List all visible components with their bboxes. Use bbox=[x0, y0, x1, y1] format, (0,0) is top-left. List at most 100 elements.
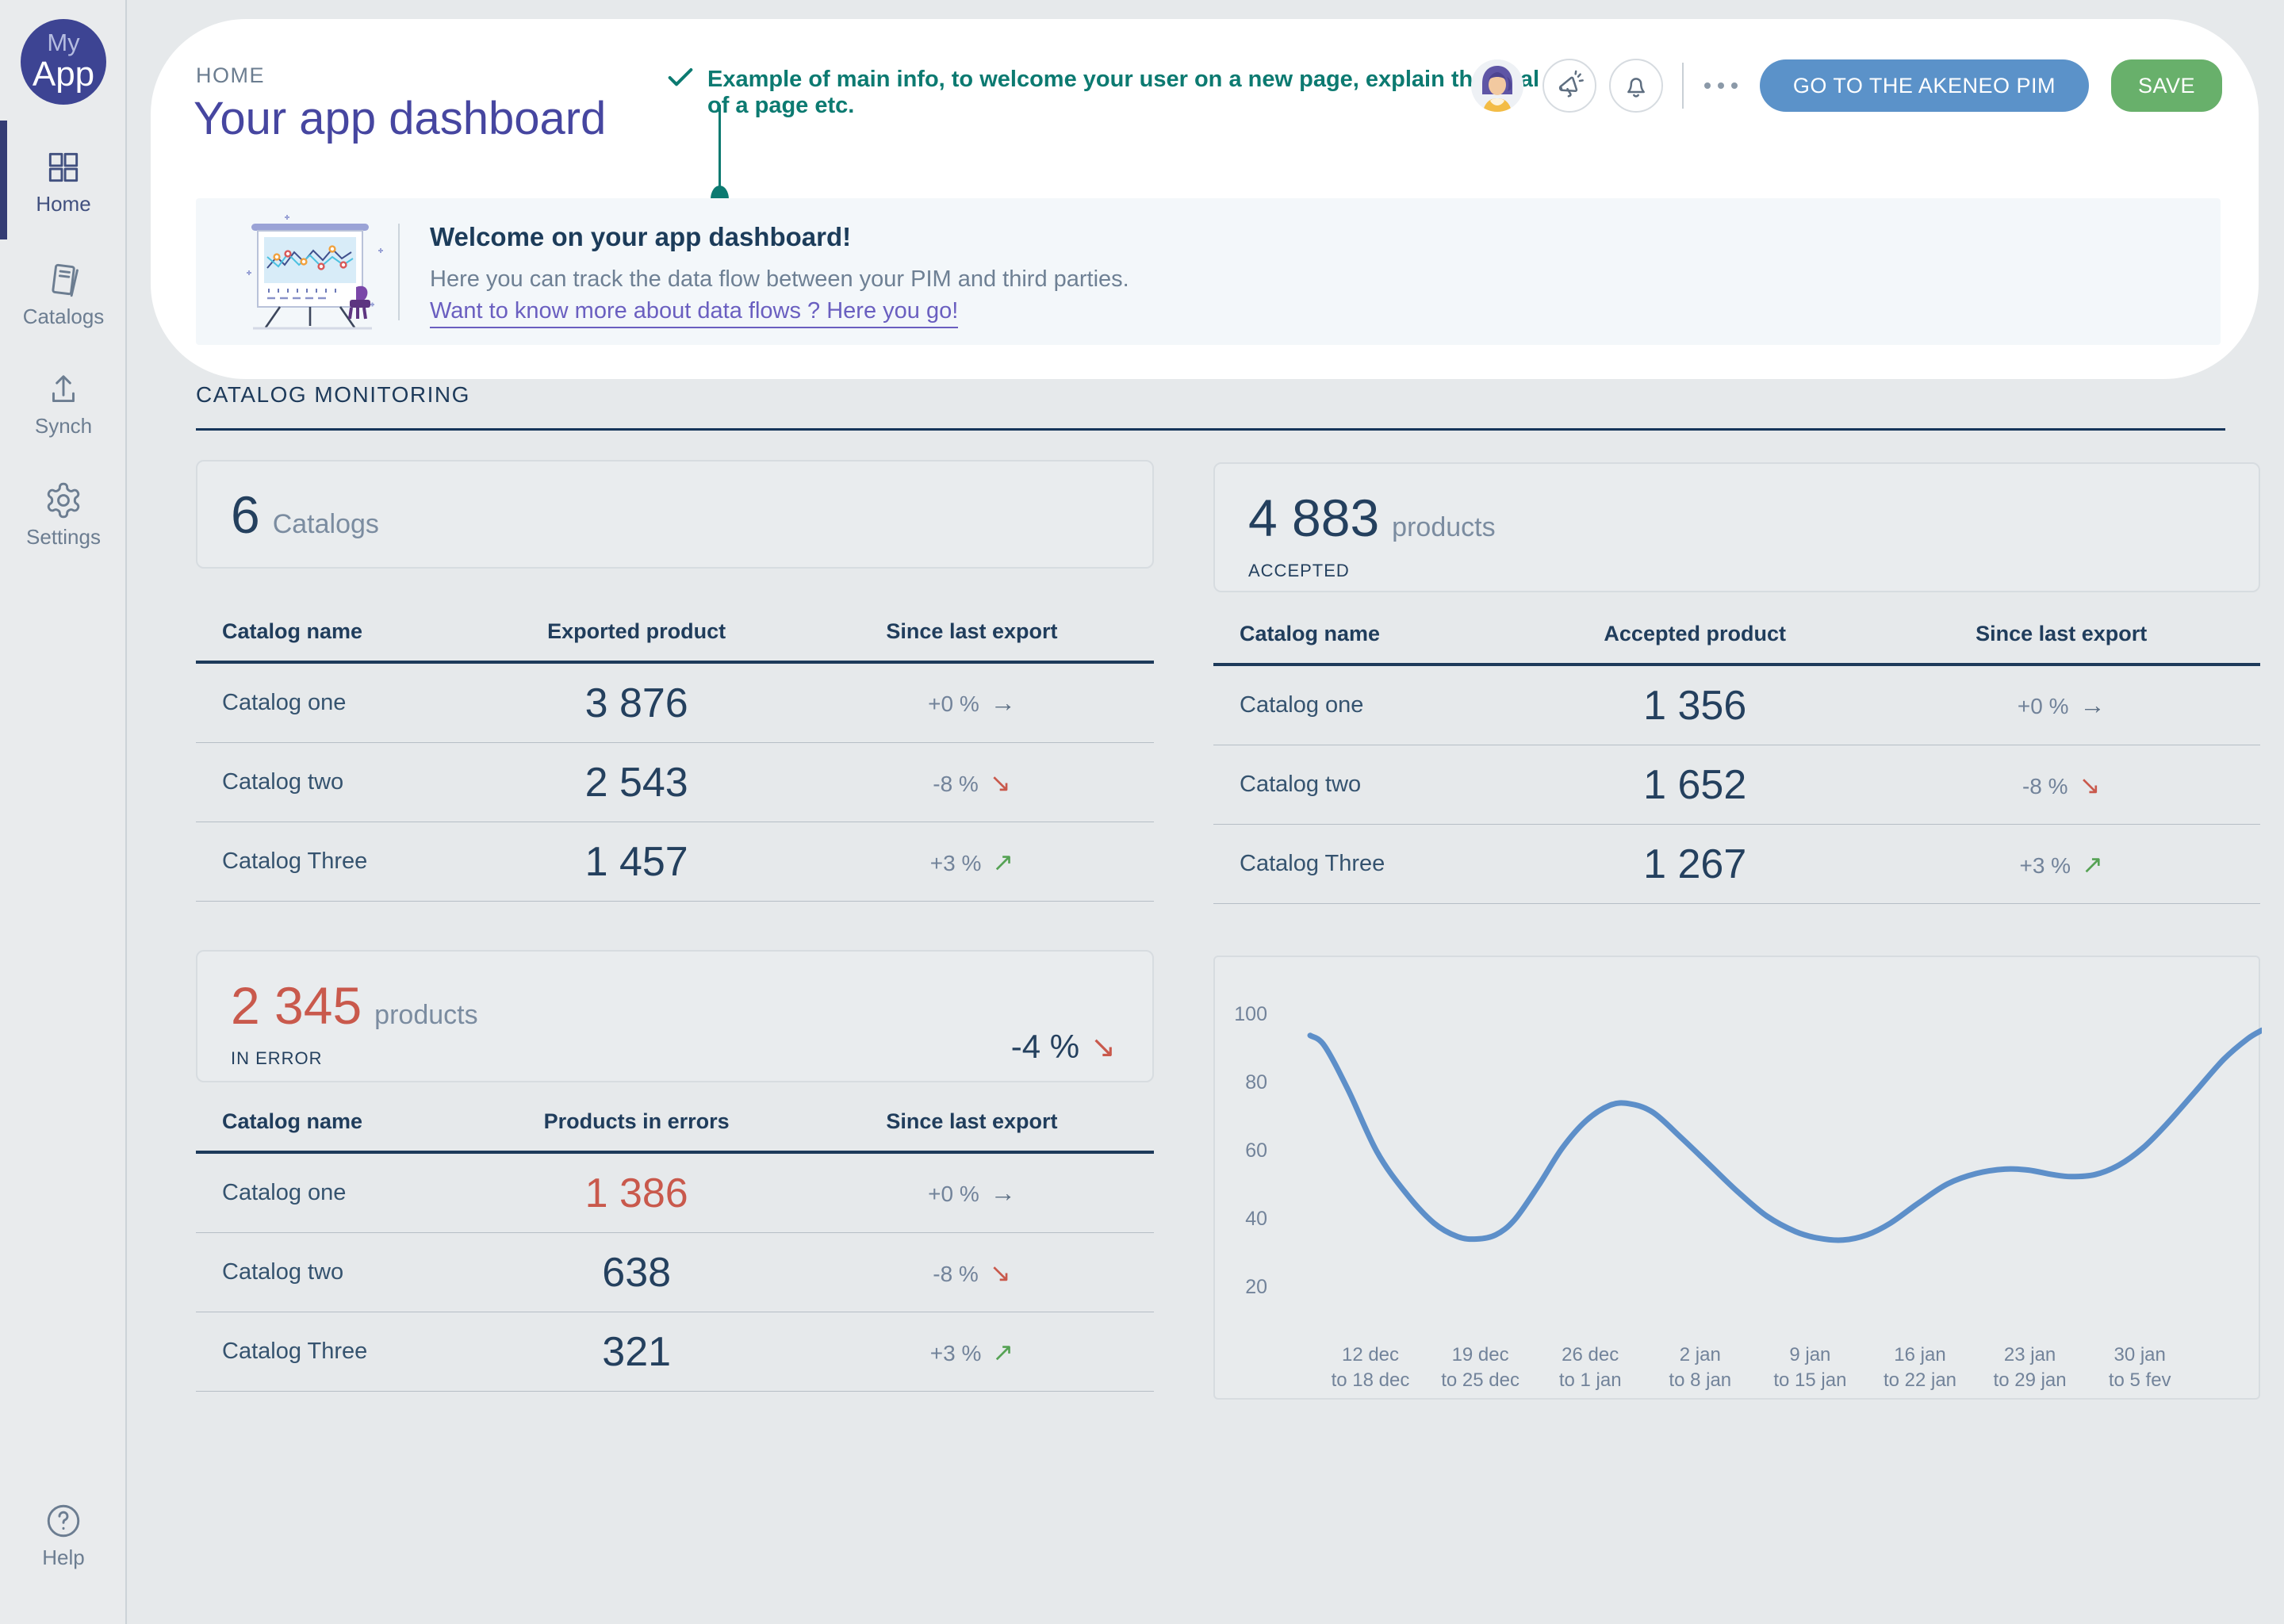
change-since-last-export: +3 %↗ bbox=[1862, 849, 2260, 879]
app-logo[interactable]: My App bbox=[21, 19, 106, 105]
annotation-pointer-line bbox=[719, 105, 721, 190]
column-header: Catalog name bbox=[196, 619, 483, 644]
table-row: Catalog two638-8 %↘ bbox=[196, 1233, 1154, 1312]
column-header: Products in errors bbox=[483, 1109, 790, 1134]
table-row: Catalog one1 356+0 %→ bbox=[1213, 666, 2260, 745]
logo-text-top: My bbox=[47, 30, 79, 55]
accepted-summary-card: 4 883 products ACCEPTED bbox=[1213, 462, 2260, 592]
catalog-name: Catalog Three bbox=[196, 1339, 483, 1365]
exported-products-table: Catalog nameExported productSince last e… bbox=[196, 603, 1154, 902]
catalog-name: Catalog one bbox=[196, 1180, 483, 1206]
change-since-last-export: -8 %↘ bbox=[1862, 770, 2260, 800]
header-actions: GO TO THE AKENEO PIM SAVE bbox=[1471, 59, 2222, 113]
catalog-name: Catalog two bbox=[196, 769, 483, 795]
column-header: Since last export bbox=[1862, 622, 2260, 646]
sidebar-item-label: Catalogs bbox=[23, 304, 105, 329]
table-header-row: Catalog nameExported productSince last e… bbox=[196, 603, 1154, 664]
welcome-banner: Welcome on your app dashboard! Here you … bbox=[196, 198, 2221, 345]
error-change: -4 % ↘ bbox=[1011, 1028, 1116, 1066]
check-icon bbox=[665, 62, 696, 94]
column-header: Since last export bbox=[790, 1109, 1154, 1134]
trend-down-icon: ↘ bbox=[990, 1258, 1011, 1287]
trend-flat-icon: → bbox=[991, 688, 1016, 717]
trend-up-icon: ↗ bbox=[992, 1338, 1014, 1366]
change-since-last-export: +3 %↗ bbox=[790, 847, 1154, 877]
product-count: 1 267 bbox=[1527, 841, 1862, 888]
book-icon bbox=[44, 260, 83, 300]
go-to-pim-button[interactable]: GO TO THE AKENEO PIM bbox=[1760, 59, 2089, 112]
app-root: My App Home Catalogs Synch Se bbox=[0, 0, 2284, 1624]
accepted-sublabel: ACCEPTED bbox=[1248, 561, 2259, 581]
error-summary-card: 2 345 products IN ERROR -4 % ↘ bbox=[196, 950, 1154, 1082]
save-button[interactable]: SAVE bbox=[2111, 59, 2222, 112]
section-rule bbox=[196, 428, 2225, 431]
catalogs-summary-card: 6 Catalogs bbox=[196, 460, 1154, 569]
table-row: Catalog Three1 457+3 %↗ bbox=[196, 822, 1154, 902]
error-count-label: products bbox=[374, 1000, 477, 1031]
error-products-table: Catalog nameProducts in errorsSince last… bbox=[196, 1093, 1154, 1392]
product-count: 321 bbox=[483, 1328, 790, 1376]
sidebar-item-label: Synch bbox=[35, 414, 92, 439]
header-divider bbox=[1682, 63, 1684, 109]
column-header: Since last export bbox=[790, 619, 1154, 644]
table-row: Catalog one1 386+0 %→ bbox=[196, 1154, 1154, 1233]
trend-up-icon: ↗ bbox=[2082, 850, 2103, 879]
product-count: 638 bbox=[483, 1249, 790, 1297]
annotation-note: Example of main info, to welcome your us… bbox=[707, 67, 1548, 119]
catalog-name: Catalog one bbox=[1213, 692, 1527, 718]
help-icon bbox=[44, 1501, 83, 1541]
trend-up-icon: ↗ bbox=[992, 848, 1014, 876]
change-since-last-export: +0 %→ bbox=[790, 688, 1154, 718]
announcements-button[interactable] bbox=[1542, 59, 1596, 113]
catalog-name: Catalog two bbox=[1213, 772, 1527, 798]
product-count: 3 876 bbox=[483, 680, 790, 727]
banner-title: Welcome on your app dashboard! bbox=[430, 222, 851, 252]
accepted-count: 4 883 bbox=[1248, 488, 1379, 548]
change-since-last-export: +0 %→ bbox=[1862, 691, 2260, 720]
y-axis-tick-label: 80 bbox=[1217, 1071, 1267, 1094]
sidebar-item-label: Help bbox=[42, 1545, 84, 1570]
sidebar-item-synch[interactable]: Synch bbox=[0, 370, 127, 439]
sidebar-item-catalogs[interactable]: Catalogs bbox=[0, 260, 127, 329]
banner-body: Here you can track the data flow between… bbox=[430, 266, 1129, 293]
accepted-products-table: Catalog nameAccepted productSince last e… bbox=[1213, 605, 2260, 904]
y-axis-tick-label: 100 bbox=[1217, 1003, 1267, 1026]
data-flows-link[interactable]: Want to know more about data flows ? Her… bbox=[430, 298, 958, 328]
error-change-value: -4 % bbox=[1011, 1028, 1079, 1066]
y-axis-tick-label: 40 bbox=[1217, 1208, 1267, 1231]
table-header-row: Catalog nameProducts in errorsSince last… bbox=[196, 1093, 1154, 1154]
column-header: Catalog name bbox=[1213, 622, 1527, 646]
upload-icon bbox=[44, 370, 83, 409]
trend-down-icon: ↘ bbox=[1090, 1029, 1116, 1065]
trend-flat-icon: → bbox=[991, 1178, 1016, 1207]
banner-divider bbox=[398, 224, 400, 320]
sidebar-item-settings[interactable]: Settings bbox=[0, 481, 127, 550]
breadcrumb: HOME bbox=[196, 63, 265, 88]
notifications-button[interactable] bbox=[1609, 59, 1663, 113]
table-row: Catalog two2 543-8 %↘ bbox=[196, 743, 1154, 822]
catalog-name: Catalog Three bbox=[196, 848, 483, 875]
catalogs-count-label: Catalogs bbox=[273, 509, 379, 540]
change-since-last-export: -8 %↘ bbox=[790, 1258, 1154, 1288]
column-header: Exported product bbox=[483, 619, 790, 644]
welcome-illustration bbox=[237, 211, 396, 335]
error-count: 2 345 bbox=[231, 975, 362, 1036]
user-avatar[interactable] bbox=[1471, 59, 1523, 112]
catalog-name: Catalog one bbox=[196, 690, 483, 716]
table-row: Catalog one3 876+0 %→ bbox=[196, 664, 1154, 743]
y-axis-tick-label: 60 bbox=[1217, 1139, 1267, 1162]
sidebar-item-help[interactable]: Help bbox=[0, 1501, 127, 1570]
megaphone-icon bbox=[1554, 70, 1585, 102]
more-options-icon[interactable] bbox=[1704, 82, 1738, 89]
table-row: Catalog two1 652-8 %↘ bbox=[1213, 745, 2260, 825]
sidebar-item-home[interactable]: Home bbox=[0, 147, 127, 216]
x-axis-tick-label: 30 janto 5 fev bbox=[2060, 1342, 2219, 1394]
product-count: 1 386 bbox=[483, 1170, 790, 1217]
sidebar-item-label: Settings bbox=[26, 525, 101, 550]
catalogs-count: 6 bbox=[231, 485, 260, 545]
table-row: Catalog Three321+3 %↗ bbox=[196, 1312, 1154, 1392]
sidebar-item-label: Home bbox=[36, 192, 90, 216]
change-since-last-export: -8 %↘ bbox=[790, 768, 1154, 798]
gear-icon bbox=[44, 481, 83, 520]
y-axis-tick-label: 20 bbox=[1217, 1276, 1267, 1299]
